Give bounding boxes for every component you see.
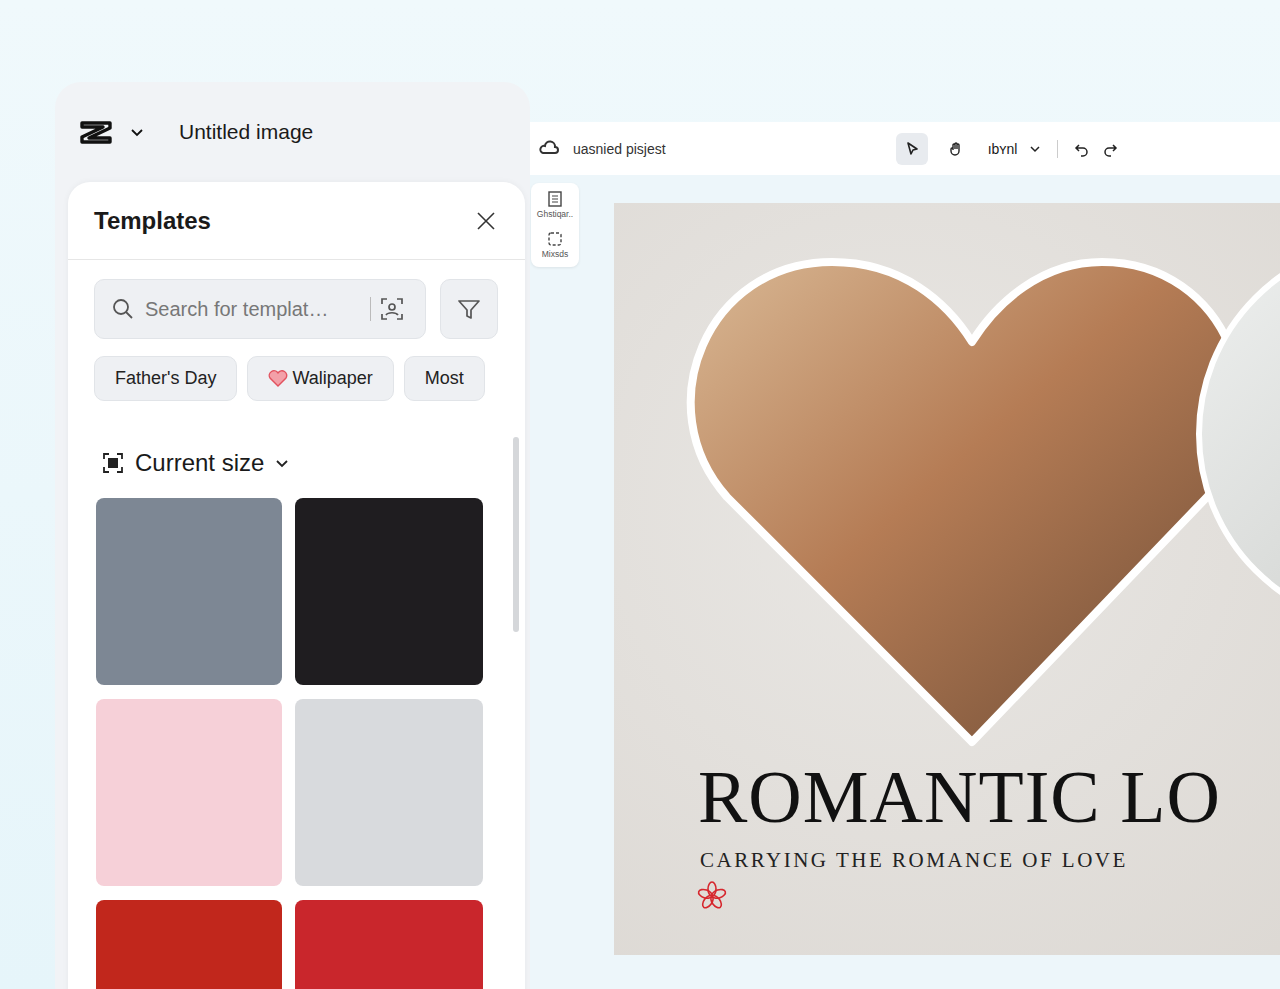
template-card[interactable] [295, 498, 483, 685]
template-card[interactable] [295, 699, 483, 886]
chip-row: Father's Day Walipaper Most [94, 356, 498, 401]
app-header: Untitled image [55, 82, 530, 182]
category-chip[interactable]: Most [404, 356, 485, 401]
close-icon[interactable] [475, 210, 497, 232]
chevron-down-icon[interactable] [1029, 143, 1041, 155]
hand-icon [948, 141, 964, 157]
tool-group: ıbʏnl [896, 133, 1119, 165]
chevron-down-icon[interactable] [129, 124, 145, 140]
filter-button[interactable] [440, 279, 498, 339]
capcut-logo-icon[interactable] [79, 119, 113, 145]
left-panel: Untitled image Templates Father's Day Wa… [55, 82, 530, 989]
search-icon [111, 297, 135, 321]
side-toolbar: Ghstiqar.. Mixsds [531, 183, 579, 267]
side-tool[interactable]: Mixsds [531, 231, 579, 259]
template-grid [94, 498, 498, 989]
redo-icon[interactable] [1102, 141, 1118, 157]
editor-window: uasnied pisjest ıbʏnl Ghstiqar.. Mixsds … [530, 122, 1280, 989]
document-title[interactable]: Untitled image [179, 120, 313, 144]
search-input[interactable] [143, 297, 362, 322]
layers-icon [546, 191, 564, 207]
divider [1057, 140, 1058, 158]
template-card[interactable] [96, 900, 282, 989]
search-field[interactable] [94, 279, 426, 339]
pointer-icon [904, 141, 920, 157]
heart-icon [268, 370, 288, 388]
cloud-icon [539, 140, 559, 158]
template-card[interactable] [96, 699, 282, 886]
panel-header: Templates [68, 182, 525, 260]
select-tool[interactable] [896, 133, 928, 165]
project-name[interactable]: uasnied pisjest [539, 140, 666, 158]
size-filter[interactable]: Current size [94, 449, 498, 477]
image-search-icon[interactable] [379, 296, 405, 322]
templates-panel: Templates Father's Day Walipaper Most Cu… [68, 182, 525, 989]
heart-photo[interactable] [672, 232, 1252, 752]
category-chip[interactable]: Walipaper [247, 356, 393, 401]
resize-icon [546, 231, 564, 247]
template-card[interactable] [295, 900, 483, 989]
design-title[interactable]: ROMANTIC LO [698, 755, 1221, 840]
circle-photo[interactable] [1196, 238, 1280, 630]
design-subtitle[interactable]: CARRYING THE ROMANCE OF LOVE [700, 848, 1128, 873]
zoom-level[interactable]: ıbʏnl [988, 141, 1018, 157]
hand-tool[interactable] [940, 133, 972, 165]
design-page[interactable]: ROMANTIC LO CARRYING THE ROMANCE OF LOVE [614, 203, 1280, 955]
category-chip[interactable]: Father's Day [94, 356, 237, 401]
panel-title: Templates [94, 207, 211, 235]
undo-icon[interactable] [1074, 141, 1090, 157]
screen: uasnied pisjest ıbʏnl Ghstiqar.. Mixsds … [0, 0, 1280, 989]
frame-icon [101, 451, 125, 475]
flower-icon[interactable] [696, 880, 728, 912]
canvas-area: Ghstiqar.. Mixsds ROMANTIC LO CARRYING T… [530, 175, 1280, 989]
editor-toolbar: uasnied pisjest ıbʏnl [530, 122, 1280, 175]
filter-icon [456, 296, 482, 322]
chevron-down-icon [274, 455, 290, 471]
scrollbar[interactable] [513, 437, 519, 632]
side-tool[interactable]: Ghstiqar.. [531, 191, 579, 219]
template-card[interactable] [96, 498, 282, 685]
